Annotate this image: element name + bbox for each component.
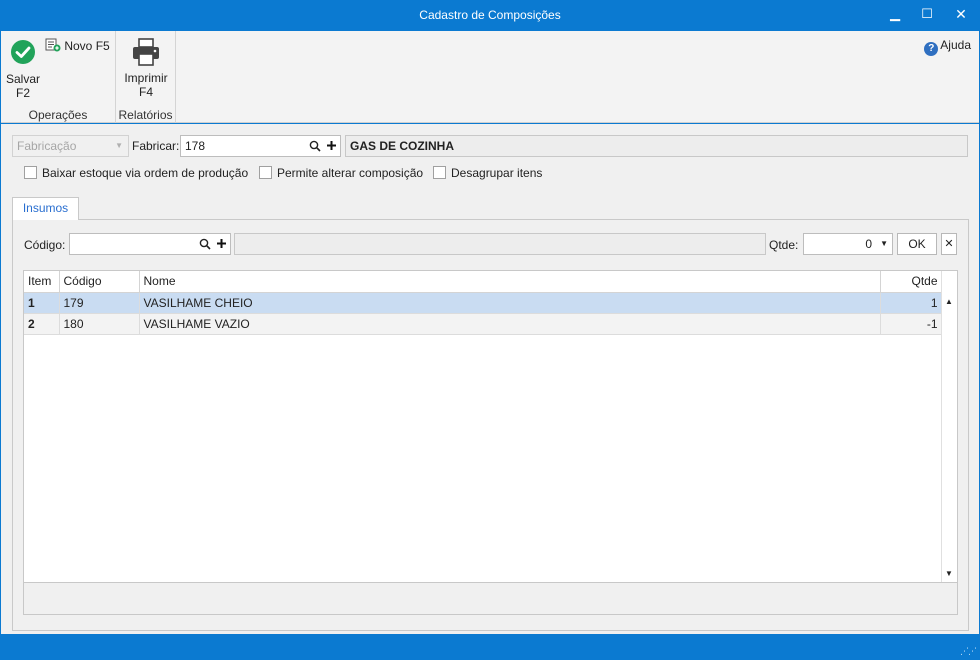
checkbox-box[interactable] [259, 166, 272, 179]
checkbox-desagrupar[interactable]: Desagrupar itens [433, 166, 542, 180]
new-button[interactable]: Novo F5 [45, 38, 110, 53]
cell-qtde[interactable]: -1 [880, 313, 943, 335]
column-header-nome[interactable]: Nome [139, 271, 881, 293]
maximize-button[interactable]: ☐ [916, 4, 938, 24]
help-icon: ? [924, 42, 939, 56]
column-header-item[interactable]: Item [24, 271, 60, 293]
codigo-label: Código: [24, 238, 66, 252]
checkbox-label: Desagrupar itens [451, 166, 543, 180]
plus-icon[interactable] [326, 140, 337, 151]
checkbox-box[interactable] [24, 166, 37, 179]
status-bar: ⋰⋰ [0, 634, 980, 660]
print-button-label: Imprimir [124, 71, 168, 85]
insumos-grid: Item Código Nome Qtde 1 179 VASILHAME CH… [23, 270, 958, 583]
title-bar: Cadastro de Composições ▁ ☐ ✕ [0, 0, 980, 31]
grid-vertical-scrollbar[interactable]: ▲ ▼ [941, 271, 957, 582]
clear-button[interactable]: ✕ [941, 233, 957, 255]
grid-footer [23, 583, 958, 615]
printer-icon [133, 38, 159, 66]
ribbon-toolbar: Salvar F2 Novo F5 Operações Imprimir F4 … [1, 31, 979, 123]
save-button[interactable]: Salvar F2 [3, 39, 43, 100]
insumos-table: Item Código Nome Qtde 1 179 VASILHAME CH… [24, 271, 943, 335]
checkbox-label: Permite alterar composição [277, 166, 424, 180]
produto-nome-field: GAS DE COZINHA [345, 135, 968, 157]
cell-codigo[interactable]: 180 [59, 313, 140, 335]
save-button-label: Salvar [5, 72, 40, 86]
cell-item[interactable]: 2 [24, 313, 60, 335]
close-window-button[interactable]: ✕ [950, 4, 972, 24]
ribbon-group-relatorios: Imprimir F4 Relatórios [116, 31, 176, 123]
search-icon[interactable] [309, 140, 321, 152]
ok-button[interactable]: OK [897, 233, 937, 255]
table-row[interactable]: 2 180 VASILHAME VAZIO -1 [24, 313, 943, 335]
table-row[interactable]: 1 179 VASILHAME CHEIO 1 [24, 292, 943, 314]
tipo-select-value: Fabricação [17, 139, 77, 153]
chevron-down-icon[interactable]: ▼ [880, 234, 888, 254]
ribbon-group-operacoes: Salvar F2 Novo F5 Operações [1, 31, 116, 123]
cell-nome[interactable]: VASILHAME VAZIO [139, 313, 881, 335]
search-icon[interactable] [199, 238, 211, 250]
fabricar-label: Fabricar: [132, 139, 180, 153]
plus-icon[interactable] [216, 238, 227, 249]
minimize-button[interactable]: ▁ [884, 4, 906, 24]
checkbox-label: Baixar estoque via ordem de produção [42, 166, 249, 180]
save-button-key: F2 [15, 86, 30, 100]
checkbox-box[interactable] [433, 166, 446, 179]
checkbox-baixar-estoque[interactable]: Baixar estoque via ordem de produção [24, 166, 248, 180]
resize-grip-icon[interactable]: ⋰⋰ [960, 646, 977, 657]
produto-nome-value: GAS DE COZINHA [350, 139, 455, 153]
chevron-down-icon: ▼ [115, 141, 123, 150]
insumo-descricao-field [234, 233, 766, 255]
scroll-up-icon[interactable]: ▲ [945, 297, 953, 306]
cell-codigo[interactable]: 179 [59, 292, 140, 314]
cell-item[interactable]: 1 [24, 292, 60, 314]
main-content: Fabricação ▼ Fabricar: 178 GAS DE COZINH… [1, 124, 979, 634]
print-button-key: F4 [138, 85, 153, 99]
print-button[interactable]: Imprimir F4 [118, 37, 174, 99]
table-header-row: Item Código Nome Qtde [24, 271, 943, 293]
new-button-label: Novo F5 [64, 39, 110, 53]
check-circle-icon [11, 40, 35, 64]
fabricar-input-value: 178 [185, 139, 206, 153]
column-header-codigo[interactable]: Código [59, 271, 140, 293]
cell-qtde[interactable]: 1 [880, 292, 943, 314]
qtde-label: Qtde: [769, 238, 799, 252]
column-header-qtde[interactable]: Qtde [880, 271, 943, 293]
tab-insumos[interactable]: Insumos [12, 197, 79, 220]
tipo-select[interactable]: Fabricação ▼ [12, 135, 129, 157]
ribbon-group-label: Relatórios [118, 108, 173, 122]
checkbox-permite-alterar[interactable]: Permite alterar composição [259, 166, 423, 180]
ribbon-group-label: Operações [28, 108, 88, 122]
qtde-value: 0 [865, 237, 872, 251]
qtde-spin-input[interactable]: 0 ▼ [803, 233, 893, 255]
insumos-panel: Código: Qtde: 0 ▼ OK ✕ Item Código Nome … [12, 219, 969, 631]
scroll-down-icon[interactable]: ▼ [945, 569, 953, 578]
cell-nome[interactable]: VASILHAME CHEIO [139, 292, 881, 314]
help-button[interactable]: ? Ajuda [924, 38, 971, 56]
new-document-icon [45, 38, 61, 52]
help-label: Ajuda [940, 38, 971, 52]
window-title: Cadastro de Composições [419, 8, 561, 22]
